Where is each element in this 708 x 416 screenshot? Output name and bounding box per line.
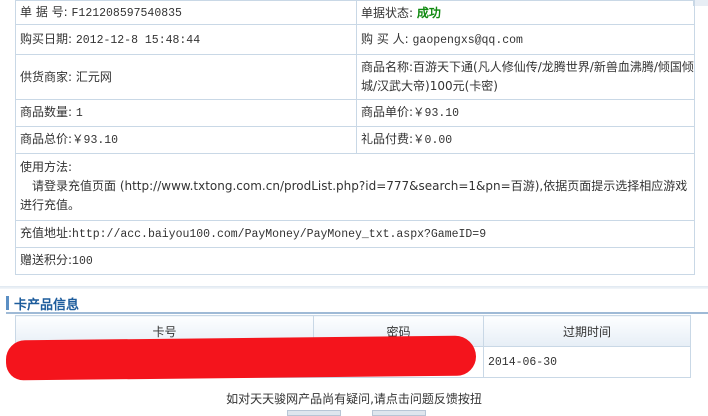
buyer-cell: 购 买 人: gaopengxs@qq.com xyxy=(356,24,695,55)
usage-text: 请登录充值页面 (http://www.txtong.com.cn/prodLi… xyxy=(20,179,688,212)
quantity-cell: 商品数量: 1 xyxy=(15,99,357,127)
order-no-cell: 单 据 号: F121208597540835 xyxy=(15,0,357,25)
order-no-value: F121208597540835 xyxy=(71,6,182,20)
product-name-label: 商品名称: xyxy=(361,60,414,74)
recharge-cell: 充值地址:http://acc.baiyou100.com/PayMoney/P… xyxy=(15,220,695,248)
status-cell: 单据状态: 成功 xyxy=(356,0,695,25)
buyer-label: 购 买 人: xyxy=(361,31,409,46)
points-label: 赠送积分: xyxy=(20,253,73,267)
gift-fee-value: ￥0.00 xyxy=(413,134,453,147)
section-underline xyxy=(6,312,708,314)
points-value: 100 xyxy=(72,255,93,268)
order-no-label: 单 据 号: xyxy=(20,4,68,19)
buy-date-label: 购买日期: xyxy=(20,31,73,46)
buy-date-value: 2012-12-8 15:48:44 xyxy=(75,33,201,47)
total-label: 商品总价: xyxy=(20,132,73,146)
section-marker xyxy=(6,296,9,310)
points-cell: 赠送积分:100 xyxy=(15,247,695,275)
buyer-value: gaopengxs@qq.com xyxy=(412,33,523,47)
quantity-label: 商品数量: xyxy=(20,105,73,119)
usage-cell: 使用方法: 请登录充值页面 (http://www.txtong.com.cn/… xyxy=(15,153,695,221)
card-section-title: 卡产品信息 xyxy=(14,298,80,313)
supplier-label: 供货商家: xyxy=(20,70,73,84)
section-divider xyxy=(0,286,708,289)
recharge-label: 充值地址: xyxy=(20,226,73,240)
secondary-button[interactable] xyxy=(372,410,426,416)
redaction-mark xyxy=(5,335,477,381)
usage-label: 使用方法: xyxy=(20,160,73,174)
feedback-note: 如对天天骏网产品尚有疑问,请点击问题反馈按扭 xyxy=(226,392,482,406)
expires-cell: 2014-06-30 xyxy=(483,346,691,378)
quantity-value: 1 xyxy=(75,107,83,120)
buy-date-cell: 购买日期: 2012-12-8 15:48:44 xyxy=(15,24,357,55)
total-value: ￥93.10 xyxy=(72,134,119,147)
unit-price-value: ￥93.10 xyxy=(413,107,460,120)
total-cell: 商品总价:￥93.10 xyxy=(15,126,357,154)
unit-price-cell: 商品单价:￥93.10 xyxy=(356,99,695,127)
gift-fee-cell: 礼品付费:￥0.00 xyxy=(356,126,695,154)
scrollbar[interactable] xyxy=(693,0,708,6)
recharge-url: http://acc.baiyou100.com/PayMoney/PayMon… xyxy=(72,228,487,241)
supplier-value: 汇元网 xyxy=(75,70,112,84)
product-name-cell: 商品名称:百游天下通(凡人修仙传/龙腾世界/新兽血沸腾/倾国倾城/汉武大帝)10… xyxy=(356,54,695,100)
supplier-cell: 供货商家: 汇元网 xyxy=(15,54,357,100)
status-label: 单据状态: xyxy=(361,5,414,20)
unit-price-label: 商品单价: xyxy=(361,105,414,119)
status-badge: 成功 xyxy=(416,5,441,20)
order-info-table: 单 据 号: F121208597540835 单据状态: 成功 购买日期: 2… xyxy=(15,0,695,275)
gift-fee-label: 礼品付费: xyxy=(361,132,414,146)
feedback-button[interactable] xyxy=(287,410,341,416)
header-expires: 过期时间 xyxy=(483,315,691,347)
